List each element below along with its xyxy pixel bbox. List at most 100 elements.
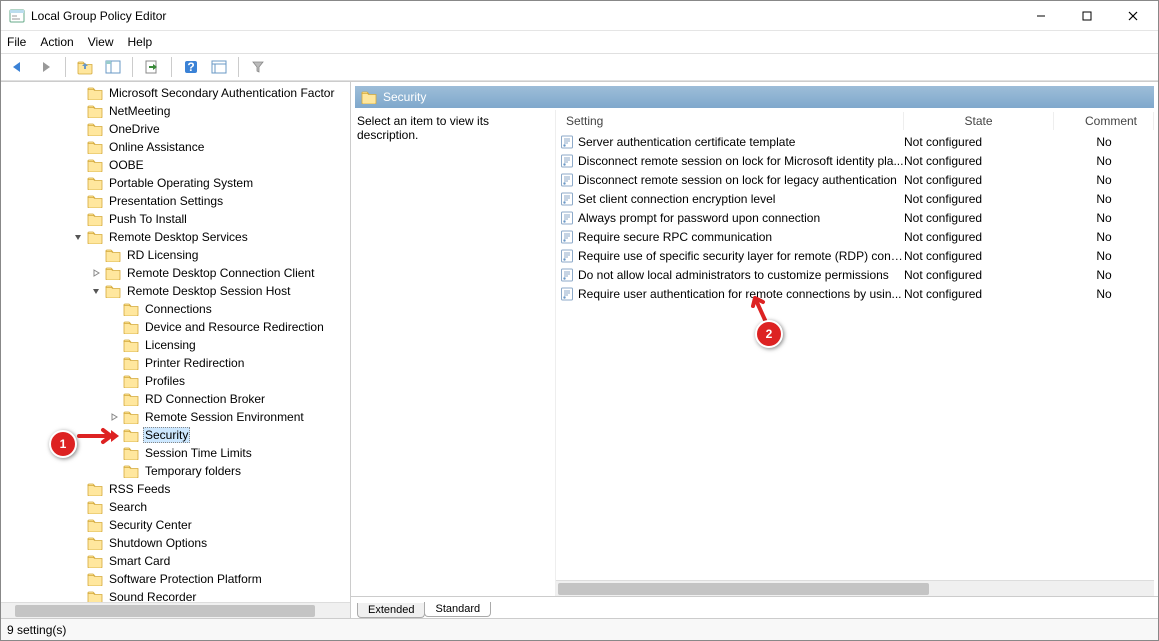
policy-setting-icon [560,211,574,225]
tree-hscrollbar[interactable] [1,602,350,618]
setting-row[interactable]: Set client connection encryption levelNo… [556,189,1154,208]
show-hide-tree-button[interactable] [102,56,124,78]
tree-item-label: RD Licensing [127,248,198,262]
setting-state: Not configured [904,154,1054,168]
setting-comment: No [1054,154,1154,168]
setting-comment: No [1054,192,1154,206]
tree-item-label: Licensing [145,338,196,352]
tree-item[interactable]: RD Licensing [1,246,350,264]
tree-item-label: Push To Install [109,212,187,226]
setting-row[interactable]: Require use of specific security layer f… [556,246,1154,265]
tree-item[interactable]: NetMeeting [1,102,350,120]
minimize-button[interactable] [1018,1,1064,31]
help-button[interactable]: ? [180,56,202,78]
policy-setting-icon [560,287,574,301]
tree-item[interactable]: Profiles [1,372,350,390]
setting-row[interactable]: Do not allow local administrators to cus… [556,265,1154,284]
tree-item[interactable]: Online Assistance [1,138,350,156]
tree-item[interactable]: OneDrive [1,120,350,138]
titlebar[interactable]: Local Group Policy Editor [1,1,1158,31]
tree-item[interactable]: Remote Desktop Session Host [1,282,350,300]
folder-icon [87,554,103,568]
menu-view[interactable]: View [88,35,114,49]
setting-name: Always prompt for password upon connecti… [578,211,820,225]
setting-row[interactable]: Require secure RPC communicationNot conf… [556,227,1154,246]
folder-icon [87,104,103,118]
forward-button[interactable] [35,56,57,78]
tree-item[interactable]: Security Center [1,516,350,534]
folder-icon [123,428,139,442]
tree-item[interactable]: Connections [1,300,350,318]
folder-icon [87,86,103,100]
tree-item[interactable]: Printer Redirection [1,354,350,372]
menu-action[interactable]: Action [40,35,73,49]
tree-item[interactable]: Temporary folders [1,462,350,480]
setting-name: Disconnect remote session on lock for Mi… [578,154,903,168]
tree-item-label: Device and Resource Redirection [145,320,324,334]
tree-item[interactable]: Search [1,498,350,516]
column-setting[interactable]: Setting [560,112,904,130]
menu-help[interactable]: Help [128,35,153,49]
chevron-right-icon[interactable] [109,412,123,422]
tree-item-label: Microsoft Secondary Authentication Facto… [109,86,334,100]
app-icon [9,8,25,24]
tree-item[interactable]: Session Time Limits [1,444,350,462]
setting-row[interactable]: Disconnect remote session on lock for Mi… [556,151,1154,170]
setting-comment: No [1054,249,1154,263]
folder-icon [105,266,121,280]
tree-item-label: NetMeeting [109,104,170,118]
tree-item[interactable]: OOBE [1,156,350,174]
setting-row[interactable]: Always prompt for password upon connecti… [556,208,1154,227]
column-comment[interactable]: Comment [1054,112,1154,130]
tree-item[interactable]: Device and Resource Redirection [1,318,350,336]
tree-item[interactable]: Smart Card [1,552,350,570]
tree-item[interactable]: Sound Recorder [1,588,350,602]
policy-setting-icon [560,249,574,263]
tree-item-label: Presentation Settings [109,194,223,208]
tree-item-label: Remote Session Environment [145,410,304,424]
folder-icon [105,248,121,262]
folder-icon [87,158,103,172]
description-column: Select an item to view its description. [355,110,555,596]
tree-item[interactable]: Presentation Settings [1,192,350,210]
setting-row[interactable]: Require user authentication for remote c… [556,284,1154,303]
back-button[interactable] [7,56,29,78]
setting-comment: No [1054,230,1154,244]
export-button[interactable] [141,56,163,78]
tree-item[interactable]: Remote Desktop Services [1,228,350,246]
close-button[interactable] [1110,1,1156,31]
tree-item[interactable]: Microsoft Secondary Authentication Facto… [1,84,350,102]
tree-scroll[interactable]: Microsoft Secondary Authentication Facto… [1,82,350,602]
chevron-down-icon[interactable] [91,286,105,296]
setting-state: Not configured [904,230,1054,244]
tree-item[interactable]: Remote Desktop Connection Client [1,264,350,282]
up-button[interactable] [74,56,96,78]
details-title: Security [383,90,426,104]
tree-item[interactable]: Shutdown Options [1,534,350,552]
tab-extended[interactable]: Extended [357,603,425,618]
tree-item-label: Shutdown Options [109,536,207,550]
setting-state: Not configured [904,211,1054,225]
column-state[interactable]: State [904,112,1054,130]
tree-item[interactable]: Portable Operating System [1,174,350,192]
tree-item[interactable]: RD Connection Broker [1,390,350,408]
chevron-right-icon[interactable] [91,268,105,278]
chevron-down-icon[interactable] [73,232,87,242]
setting-row[interactable]: Disconnect remote session on lock for le… [556,170,1154,189]
tree-item[interactable]: Licensing [1,336,350,354]
menu-file[interactable]: File [7,35,26,49]
filter-button[interactable] [247,56,269,78]
tree-item[interactable]: RSS Feeds [1,480,350,498]
list-hscrollbar[interactable] [556,580,1154,596]
tree-item[interactable]: Push To Install [1,210,350,228]
folder-icon [87,230,103,244]
setting-row[interactable]: Server authentication certificate templa… [556,132,1154,151]
tab-standard[interactable]: Standard [424,602,491,617]
tree-item[interactable]: Security [1,426,350,444]
tree-item-label: Security [145,428,188,442]
tree-item[interactable]: Software Protection Platform [1,570,350,588]
properties-button[interactable] [208,56,230,78]
folder-icon [361,90,377,104]
maximize-button[interactable] [1064,1,1110,31]
tree-item[interactable]: Remote Session Environment [1,408,350,426]
